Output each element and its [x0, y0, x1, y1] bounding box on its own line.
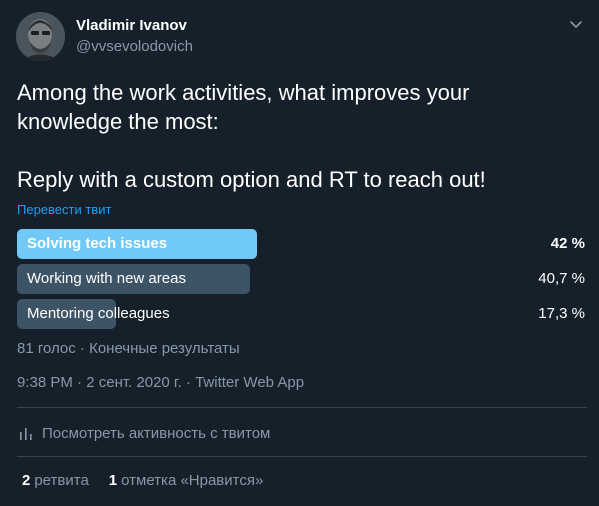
tweet-text-line: Among the work activities, what improves…: [17, 80, 470, 105]
tweet-stats: 2 ретвита 1 отметка «Нравится»: [22, 472, 283, 489]
more-options-button[interactable]: [566, 14, 586, 34]
poll-option-label: Solving tech issues: [27, 235, 168, 252]
tweet-time: 9:38 PM: [17, 374, 73, 391]
avatar[interactable]: [16, 12, 65, 61]
poll-option-percent: 42 %: [550, 235, 585, 252]
tweet-date: 2 сент. 2020 г.: [86, 374, 182, 391]
poll-option-label: Mentoring colleagues: [27, 305, 170, 322]
divider: [17, 407, 587, 408]
chevron-down-icon: [570, 21, 582, 28]
poll-option-percent: 40,7 %: [538, 270, 585, 287]
tweet-source-link[interactable]: Twitter Web App: [195, 374, 304, 391]
retweets-stat[interactable]: 2 ретвита: [22, 472, 89, 489]
author-display-name[interactable]: Vladimir Ivanov: [76, 17, 187, 35]
tweet-text: Among the work activities, what improves…: [17, 78, 587, 194]
tweet-timestamp: 9:38 PM · 2 сент. 2020 г. · Twitter Web …: [17, 374, 304, 391]
poll-option: Mentoring colleagues 17,3 %: [17, 299, 587, 329]
poll-vote-summary: 81 голос · Конечные результаты: [17, 340, 240, 357]
avatar-photo: [16, 12, 65, 61]
retweets-label: ретвита: [34, 472, 89, 489]
view-tweet-activity-label: Посмотреть активность с твитом: [42, 424, 271, 442]
divider: [17, 456, 587, 457]
view-tweet-activity-link[interactable]: Посмотреть активность с твитом: [17, 423, 270, 443]
likes-stat[interactable]: 1 отметка «Нравится»: [109, 472, 264, 489]
timestamp-separator: ·: [181, 374, 196, 391]
poll-option: Solving tech issues 42 %: [17, 229, 587, 259]
tweet-time-link[interactable]: 9:38 PM · 2 сент. 2020 г.: [17, 374, 182, 391]
retweets-count: 2: [22, 472, 31, 489]
poll-option: Working with new areas 40,7 %: [17, 264, 587, 294]
poll-option-label: Working with new areas: [27, 270, 186, 287]
translate-tweet-link[interactable]: Перевести твит: [17, 202, 111, 217]
tweet-card: Vladimir Ivanov @vvsevolodovich Among th…: [0, 0, 599, 506]
likes-count: 1: [108, 472, 118, 489]
author-handle[interactable]: @vvsevolodovich: [76, 38, 193, 56]
timestamp-separator: ·: [72, 374, 87, 391]
poll-option-percent: 17,3 %: [538, 305, 585, 322]
tweet-text-line: Reply with a custom option and RT to rea…: [17, 167, 486, 192]
likes-label: отметка «Нравится»: [121, 472, 264, 489]
bar-chart-icon: [20, 428, 32, 440]
tweet-text-line: knowledge the most:: [17, 109, 219, 134]
